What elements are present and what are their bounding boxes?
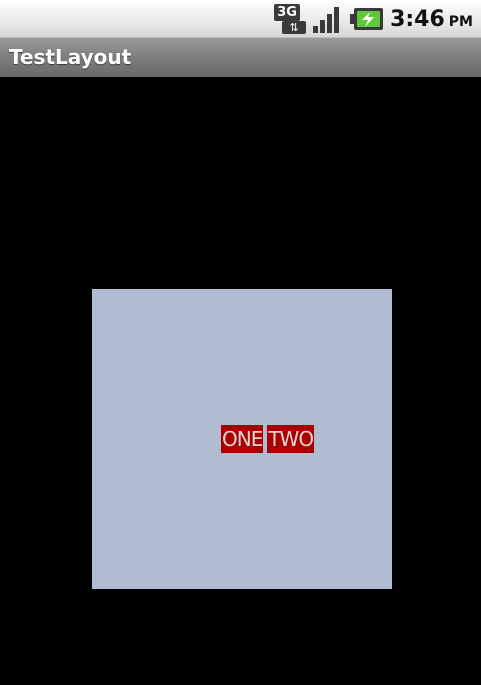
labels-row: ONE TWO	[221, 425, 315, 453]
clock-time: 3:46	[390, 6, 445, 32]
signal-strength-icon	[313, 7, 340, 33]
status-icons: 3G ⇅ 3:46 PM	[274, 4, 473, 34]
status-bar: 3G ⇅ 3:46 PM	[0, 0, 481, 38]
app-title-bar: TestLayout	[0, 38, 481, 77]
network-type-label: 3G	[274, 4, 301, 21]
status-clock: 3:46 PM	[390, 7, 473, 32]
app-title: TestLayout	[9, 45, 132, 69]
label-one: ONE	[221, 425, 263, 453]
battery-charging-icon	[350, 8, 384, 30]
data-activity-icon: ⇅	[282, 21, 307, 34]
label-two: TWO	[267, 425, 315, 453]
device-screen: 3G ⇅ 3:46 PM TestLayout ONE TWO	[0, 0, 481, 685]
app-content: ONE TWO	[0, 77, 481, 685]
layout-container: ONE TWO	[92, 289, 392, 589]
network-3g-icon: 3G ⇅	[274, 4, 307, 34]
clock-ampm: PM	[448, 13, 473, 30]
